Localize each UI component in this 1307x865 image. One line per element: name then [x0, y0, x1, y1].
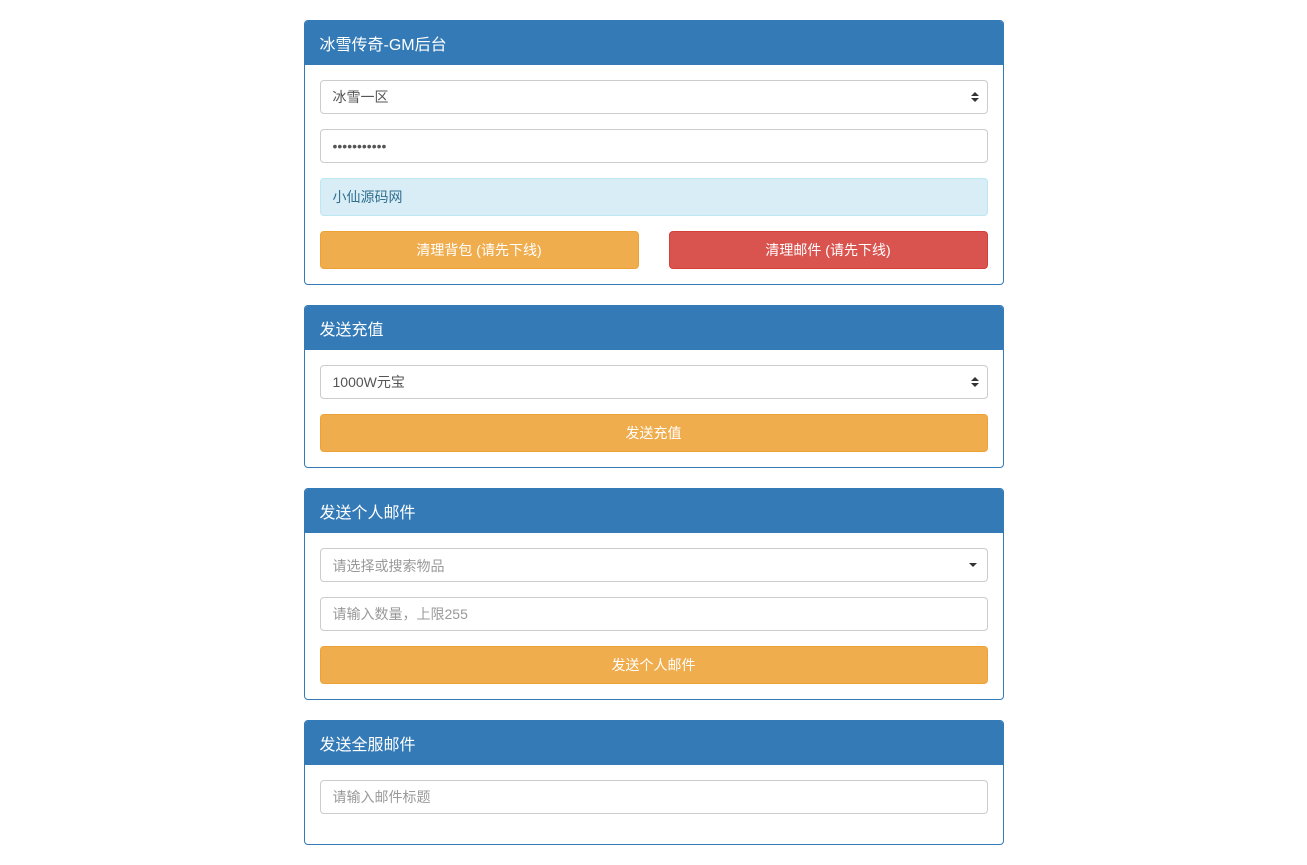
panel-title: 发送全服邮件 [305, 721, 1003, 765]
clear-mail-button[interactable]: 清理邮件 (请先下线) [669, 231, 988, 269]
clear-bag-button[interactable]: 清理背包 (请先下线) [320, 231, 639, 269]
send-server-mail-panel: 发送全服邮件 [304, 720, 1004, 845]
send-recharge-button[interactable]: 发送充值 [320, 414, 988, 452]
caret-down-icon [969, 563, 977, 567]
server-select[interactable]: 冰雪一区 [320, 80, 988, 114]
mail-subject-input[interactable] [320, 780, 988, 814]
send-personal-mail-panel: 发送个人邮件 请选择或搜索物品 发送个人邮件 [304, 488, 1004, 700]
gm-backend-panel: 冰雪传奇-GM后台 冰雪一区 小仙源码网 清理背包 (请先下线) 清理邮件 (请… [304, 20, 1004, 285]
panel-title: 发送充值 [305, 306, 1003, 350]
send-personal-mail-button[interactable]: 发送个人邮件 [320, 646, 988, 684]
send-recharge-panel: 发送充值 1000W元宝 发送充值 [304, 305, 1004, 468]
item-search-combobox[interactable]: 请选择或搜索物品 [320, 548, 988, 582]
panel-title: 发送个人邮件 [305, 489, 1003, 533]
password-input[interactable] [320, 129, 988, 163]
account-info: 小仙源码网 [320, 178, 988, 216]
recharge-select[interactable]: 1000W元宝 [320, 365, 988, 399]
quantity-input[interactable] [320, 597, 988, 631]
panel-title: 冰雪传奇-GM后台 [305, 21, 1003, 65]
combobox-placeholder: 请选择或搜索物品 [333, 558, 445, 574]
